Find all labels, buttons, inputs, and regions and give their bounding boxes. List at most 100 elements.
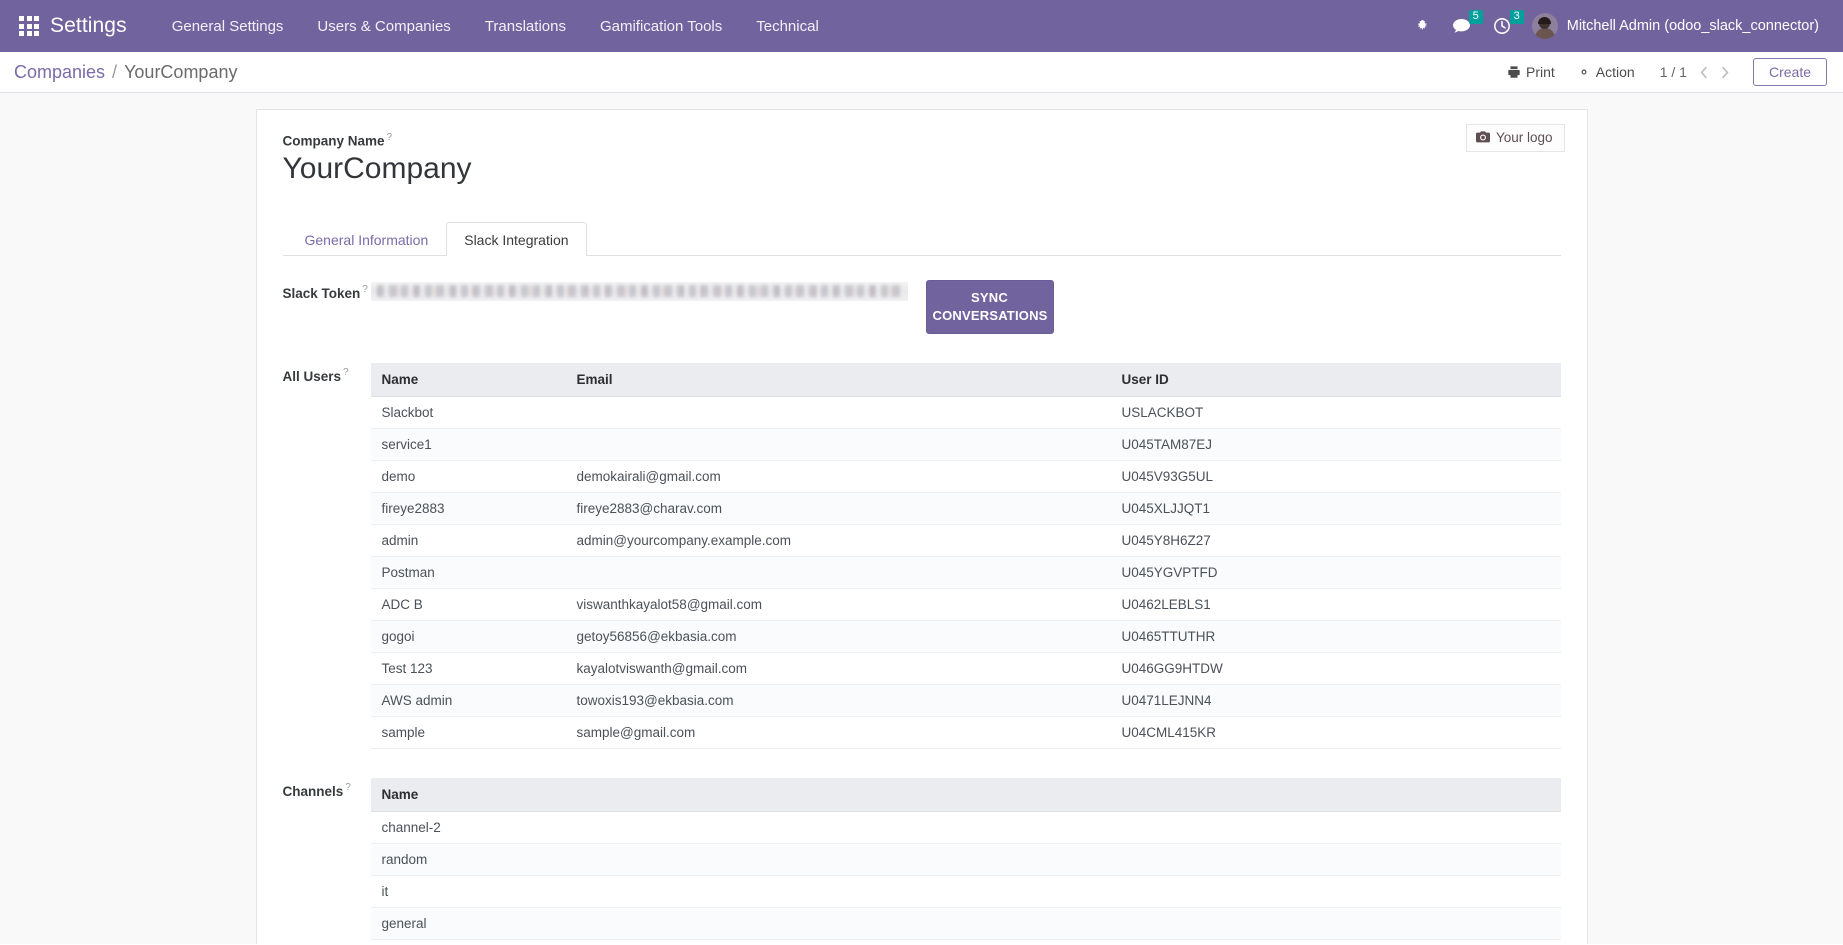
table-row[interactable]: service1 U045TAM87EJ	[370, 428, 1561, 462]
debug-menu-button[interactable]	[1406, 0, 1439, 52]
table-row[interactable]: general	[370, 907, 1561, 941]
table-row[interactable]: channel-1	[370, 939, 1561, 944]
user-name-cell: demo	[370, 460, 566, 494]
slack-token-row: Slack Token? SYNC CONVERSATIONS	[282, 280, 1561, 335]
all-users-table-head: Name Email User ID	[370, 363, 1561, 398]
gear-icon	[1581, 69, 1587, 75]
user-id-cell: U045Y8H6Z27	[1110, 524, 1561, 558]
table-row[interactable]: ADC Bviswanthkayalot58@gmail.com U0462LEB…	[370, 588, 1561, 622]
table-header-row: Name	[370, 778, 1561, 813]
action-button[interactable]: Action	[1566, 59, 1646, 85]
channels-row: Channels? Name channel-2randomitgeneralc…	[283, 778, 1561, 944]
table-row[interactable]: demo demokairali@gmail.com U045V93G5UL	[370, 460, 1561, 494]
user-id-cell: U0465TTUTHR	[1110, 620, 1561, 654]
company-name-value[interactable]: YourCompany	[283, 152, 1561, 187]
slack-token-tooltip-icon[interactable]: ?	[362, 284, 368, 295]
user-email-cell: demokairali@gmail.com	[565, 460, 1111, 494]
all-users-tooltip-icon[interactable]: ?	[343, 367, 349, 378]
create-button[interactable]: Create	[1752, 58, 1827, 86]
user-email-cell: admin@yourcompany.example.com	[565, 524, 1111, 558]
sync-conversations-button[interactable]: SYNC CONVERSATIONS	[925, 280, 1054, 335]
breadcrumb-current: YourCompany	[124, 61, 238, 82]
channels-table-body: channel-2randomitgeneralchannel-1new-cha…	[370, 811, 1561, 944]
form-sheet: Your logo Company Name? YourCompany Gene…	[255, 109, 1588, 944]
bug-icon	[1417, 19, 1427, 29]
all-users-table-body: Slackbot USLACKBOT service1 U045TAM87EJ demo…	[370, 396, 1561, 750]
user-name-cell: ADC B	[370, 588, 566, 622]
table-row[interactable]: Slackbot USLACKBOT	[370, 396, 1561, 430]
table-row[interactable]: AWS admin towoxis193@ekbasia.com U0471LEJN…	[370, 684, 1561, 718]
top-navbar: Settings General Settings Users & Compan…	[0, 0, 1843, 52]
breadcrumb: Companies / YourCompany	[14, 62, 237, 83]
user-name-cell: gogoi	[370, 620, 566, 654]
channels-label-cell: Channels?	[283, 778, 371, 801]
table-row[interactable]: sample sample@gmail.com U04CML415KR	[370, 716, 1561, 750]
user-name-cell: AWS admin	[370, 684, 566, 718]
notebook-tabs: General Information Slack Integration	[282, 222, 1561, 256]
channels-table-head: Name	[370, 778, 1561, 813]
pager-value: 1 / 1	[1659, 64, 1687, 80]
user-email-cell: fireye2883@charav.com	[565, 492, 1111, 526]
print-label: Print	[1526, 64, 1555, 80]
table-row[interactable]: admin admin@yourcompany.example.com U045Y8…	[370, 524, 1561, 558]
tab-slack-integration[interactable]: Slack Integration	[446, 222, 587, 256]
pager-previous-button[interactable]	[1695, 61, 1714, 83]
table-row[interactable]: gogoi getoy56856@ekbasia.com U0465TTUTHR	[370, 620, 1561, 654]
nav-item-gamification-tools[interactable]: Gamification Tools	[583, 0, 739, 52]
table-row[interactable]: channel-2	[370, 811, 1561, 845]
print-button[interactable]: Print	[1496, 59, 1566, 85]
user-id-cell: USLACKBOT	[1110, 396, 1561, 430]
nav-item-translations[interactable]: Translations	[468, 0, 583, 52]
column-header-email[interactable]: Email	[565, 363, 1111, 398]
user-email-cell: viswanthkayalot58@gmail.com	[565, 588, 1111, 622]
user-id-cell: U046GG9HTDW	[1110, 652, 1561, 686]
user-name-cell: Slackbot	[370, 396, 566, 430]
column-header-name[interactable]: Name	[370, 778, 1561, 813]
slack-token-label: Slack Token?	[282, 284, 368, 301]
table-row[interactable]: it	[370, 875, 1561, 909]
table-row[interactable]: Test 123 kayalotviswanth@gmail.com U046GG9…	[370, 652, 1561, 686]
slack-token-input-wrap	[370, 280, 908, 301]
camera-icon	[1475, 131, 1490, 143]
chevron-right-icon	[1722, 66, 1729, 78]
breadcrumb-companies[interactable]: Companies	[14, 62, 105, 83]
user-id-cell: U045TAM87EJ	[1110, 428, 1561, 462]
slack-token-input[interactable]	[370, 282, 908, 301]
channel-name-cell: channel-1	[370, 939, 1561, 944]
chevron-left-icon	[1700, 66, 1708, 78]
all-users-row: All Users? Name Email User ID Slackbot US…	[283, 363, 1561, 750]
column-header-name[interactable]: Name	[370, 363, 566, 398]
user-email-cell: sample@gmail.com	[565, 716, 1111, 750]
all-users-label-cell: All Users?	[283, 363, 371, 386]
user-id-cell: U0471LEJNN4	[1110, 684, 1561, 718]
channels-table-wrap: Name channel-2randomitgeneralchannel-1ne…	[370, 778, 1561, 944]
pager-next-button[interactable]	[1716, 61, 1735, 83]
activities-button[interactable]: 3	[1484, 0, 1524, 52]
all-users-table: Name Email User ID Slackbot USLACKBOT serv…	[370, 363, 1561, 750]
apps-grid-icon[interactable]	[16, 13, 42, 39]
breadcrumb-separator: /	[112, 61, 118, 82]
user-menu-label: Mitchell Admin (odoo_slack_connector)	[1566, 18, 1819, 34]
nav-item-technical[interactable]: Technical	[739, 0, 836, 52]
table-row[interactable]: Postman U045YGVPTFD	[370, 556, 1561, 590]
table-row[interactable]: random	[370, 843, 1561, 877]
column-header-user-id[interactable]: User ID	[1110, 363, 1561, 398]
channel-name-cell: it	[370, 875, 1561, 909]
tab-general-information[interactable]: General Information	[287, 222, 447, 256]
table-row[interactable]: fireye2883 fireye2883@charav.com U045XLJJQ…	[370, 492, 1561, 526]
nav-item-users-companies[interactable]: Users & Companies	[300, 0, 467, 52]
channels-tooltip-icon[interactable]: ?	[345, 782, 351, 793]
user-id-cell: U0462LEBLS1	[1110, 588, 1561, 622]
messages-button[interactable]: 5	[1443, 0, 1483, 52]
user-menu[interactable]: Mitchell Admin (odoo_slack_connector)	[1524, 0, 1829, 52]
user-email-cell	[565, 556, 1111, 590]
user-name-cell: fireye2883	[370, 492, 566, 526]
company-logo-upload[interactable]: Your logo	[1465, 124, 1565, 152]
company-name-tooltip-icon[interactable]: ?	[387, 132, 393, 143]
printer-icon	[1508, 66, 1520, 78]
chat-bubble-icon	[1452, 18, 1470, 33]
nav-item-general-settings[interactable]: General Settings	[155, 0, 301, 52]
control-panel: Companies / YourCompany Print Action 1 /…	[0, 52, 1843, 93]
company-name-group: Company Name? YourCompany	[283, 132, 1561, 186]
app-brand-settings[interactable]: Settings	[50, 14, 127, 38]
